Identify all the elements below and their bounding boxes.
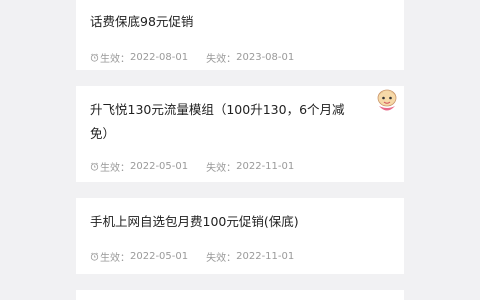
- effective-date: 2022-05-01: [130, 161, 189, 172]
- promotion-title: 升飞悦130元流量模组（100升130，6个月减免）: [90, 102, 345, 141]
- effective-label: 生效：: [100, 54, 130, 65]
- clock-icon: [90, 162, 99, 171]
- expire-date: 2022-11-01: [236, 161, 295, 172]
- promotion-dates: 生效： 2022-05-01 失效： 2022-11-01: [90, 249, 294, 264]
- clock-icon: [90, 252, 99, 261]
- promotion-title: 话费保底98元促销: [90, 14, 194, 29]
- effective-date: 2022-08-01: [130, 52, 189, 63]
- expire-label: 失效：: [206, 163, 237, 174]
- promotion-dates: 生效： 2022-05-01 失效： 2022-11-01: [90, 159, 294, 174]
- effective-label: 生效：: [100, 163, 130, 174]
- effective-date: 2022-05-01: [130, 251, 189, 262]
- clock-icon: [90, 53, 99, 62]
- cartoon-sticker: [377, 89, 397, 111]
- promotion-card[interactable]: 手机上网自选包月费100元促销(保底) 生效： 2022-05-01 失效： 2…: [76, 198, 404, 274]
- promotion-list: 话费保底98元促销 生效： 2022-08-01 失效： 2023-08-01 …: [0, 0, 480, 300]
- promotion-title: 手机上网自选包月费100元促销(保底): [90, 214, 299, 229]
- expire-date: 2023-08-01: [236, 52, 295, 63]
- expire-date: 2022-11-01: [236, 251, 295, 262]
- promotion-card[interactable]: 话费保底98元促销 生效： 2022-08-01 失效： 2023-08-01: [76, 0, 404, 70]
- promotion-card[interactable]: [76, 290, 404, 300]
- promotion-card[interactable]: 升飞悦130元流量模组（100升130，6个月减免） 生效： 2022-05-0…: [76, 86, 404, 182]
- expire-label: 失效：: [206, 54, 237, 65]
- promotion-dates: 生效： 2022-08-01 失效： 2023-08-01: [90, 50, 294, 65]
- effective-label: 生效：: [100, 253, 130, 264]
- expire-label: 失效：: [206, 253, 237, 264]
